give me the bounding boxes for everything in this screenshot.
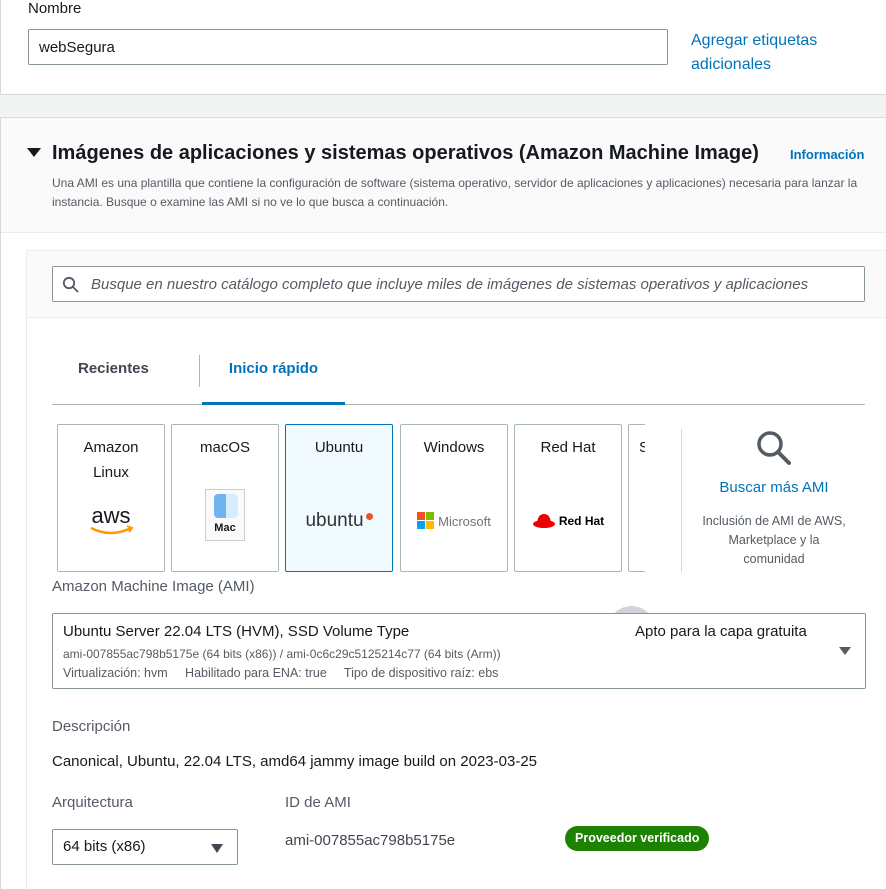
ami-id-label: ID de AMI — [285, 794, 351, 811]
ubuntu-logo-icon: ubuntu — [286, 501, 392, 541]
ami-tags: Virtualización: hvm Habilitado para ENA:… — [63, 666, 499, 680]
tab-divider — [199, 355, 200, 387]
os-card-label: Red Hat — [540, 439, 596, 456]
description-value: Canonical, Ubuntu, 22.04 LTS, amd64 jamm… — [52, 753, 538, 770]
name-input[interactable] — [28, 29, 668, 65]
mac-logo-text: Mac — [214, 522, 236, 534]
architecture-label: Arquitectura — [52, 794, 133, 811]
caret-down-icon — [211, 844, 223, 853]
more-ami-link[interactable]: Buscar más AMI — [699, 479, 849, 496]
os-card-macos[interactable]: macOS Mac — [171, 424, 279, 572]
architecture-value: 64 bits (x86) — [63, 838, 146, 855]
description-label: Descripción — [52, 718, 131, 735]
os-card-amazon-linux[interactable]: Amazon Linux aws — [57, 424, 165, 572]
ami-panel: Imágenes de aplicaciones y sistemas oper… — [0, 117, 886, 889]
microsoft-logo-icon: Microsoft — [401, 501, 507, 541]
os-card-ubuntu[interactable]: Ubuntu ubuntu — [285, 424, 393, 572]
os-card-label: Ubuntu — [314, 439, 364, 456]
ami-select[interactable]: Ubuntu Server 22.04 LTS (HVM), SSD Volum… — [52, 613, 866, 689]
ami-select-label: Amazon Machine Image (AMI) — [52, 578, 255, 595]
ami-tabs: Recientes Inicio rápido — [52, 337, 865, 405]
os-card-label: macOS — [199, 439, 250, 456]
microsoft-logo-text: Microsoft — [438, 513, 491, 529]
add-tags-link[interactable]: Agregar etiquetas adicionales — [691, 29, 851, 77]
aws-logo-text: aws — [91, 503, 130, 528]
architecture-select[interactable]: 64 bits (x86) — [52, 829, 238, 865]
os-cards: Amazon Linux aws macOS Mac Ubuntu ubuntu… — [57, 424, 645, 572]
os-card-label: S — [639, 439, 645, 456]
search-icon[interactable] — [755, 429, 793, 467]
tab-inicio-rapido[interactable]: Inicio rápido — [202, 337, 345, 405]
ami-ids: ami-007855ac798b5175e (64 bits (x86)) / … — [63, 647, 501, 661]
os-card-redhat[interactable]: Red Hat Red Hat — [514, 424, 622, 572]
aws-logo-icon: aws — [58, 501, 164, 541]
search-area — [27, 251, 886, 318]
search-box[interactable] — [52, 266, 865, 302]
info-link[interactable]: Información — [790, 147, 864, 162]
more-ami-subtitle: Inclusión de AMI de AWS, Marketplace y l… — [702, 514, 846, 566]
name-label: Nombre — [28, 0, 82, 17]
search-icon — [62, 276, 79, 293]
verified-provider-badge: Proveedor verificado — [565, 826, 710, 851]
ami-section-description: Una AMI es una plantilla que contiene la… — [52, 176, 858, 209]
more-ami-divider — [681, 429, 682, 572]
ami-header: Imágenes de aplicaciones y sistemas oper… — [1, 118, 886, 233]
ami-catalog: Recientes Inicio rápido Amazon Linux aws… — [26, 250, 886, 889]
os-card-partial[interactable]: S — [628, 424, 645, 572]
ubuntu-logo-text: ubuntu — [305, 510, 364, 531]
mac-finder-icon: Mac — [172, 489, 278, 541]
os-card-windows[interactable]: Windows Microsoft — [400, 424, 508, 572]
free-tier-label: Apto para la capa gratuita — [635, 623, 807, 640]
tab-recientes[interactable]: Recientes — [78, 337, 149, 405]
collapse-caret-icon[interactable] — [27, 148, 41, 157]
redhat-logo-icon: Red Hat — [515, 501, 621, 541]
ami-name: Ubuntu Server 22.04 LTS (HVM), SSD Volum… — [63, 623, 410, 640]
ami-section-title: Imágenes de aplicaciones y sistemas oper… — [52, 142, 759, 164]
ami-id-value: ami-007855ac798b5175e — [285, 832, 456, 849]
caret-down-icon — [839, 647, 851, 655]
os-card-label: Amazon Linux — [83, 439, 139, 481]
os-card-label: Windows — [423, 439, 485, 456]
ami-search-input[interactable] — [91, 267, 861, 301]
redhat-logo-text: Red Hat — [558, 514, 605, 528]
name-panel: Nombre Agregar etiquetas adicionales — [0, 0, 886, 95]
